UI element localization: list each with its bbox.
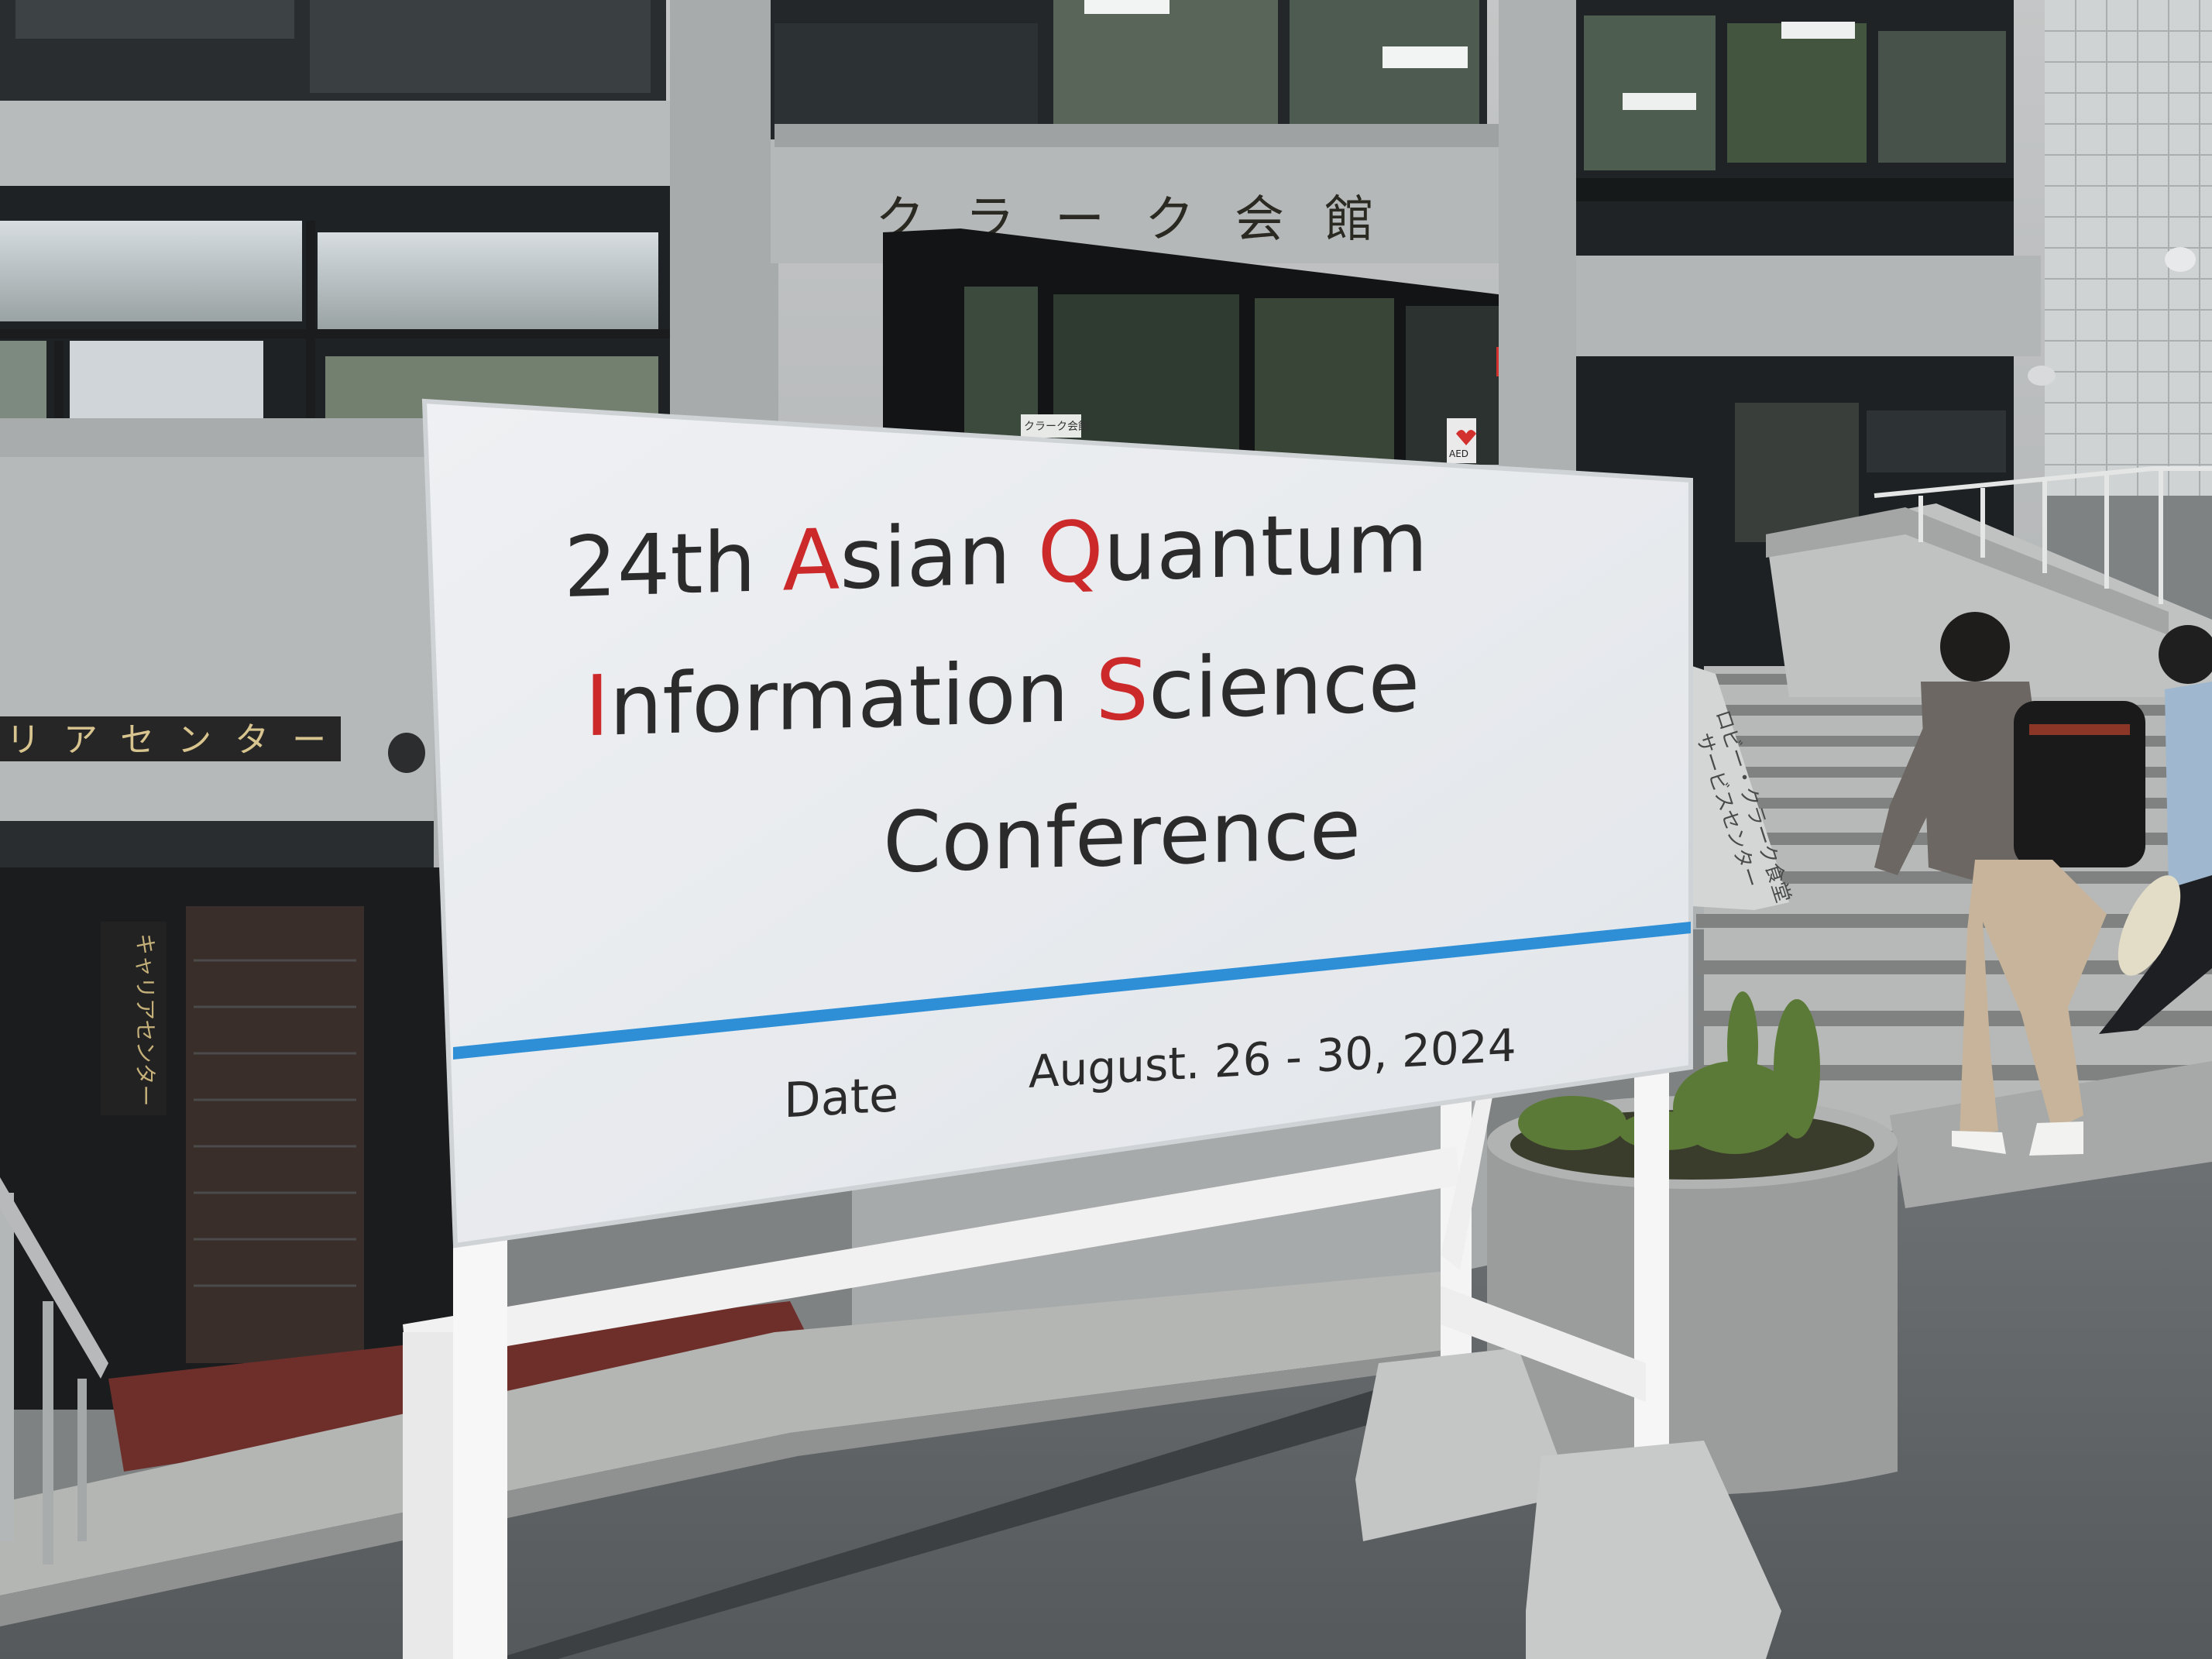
title-word-science-rest: cience	[1149, 634, 1420, 738]
title-initial-i: I	[585, 658, 610, 755]
center-sign: リアセンター	[0, 716, 349, 761]
center-sign-text: リアセンター	[6, 720, 349, 760]
title-word-quantum-rest: uantum	[1104, 494, 1428, 601]
title-initial-s: S	[1095, 642, 1149, 740]
left-vertical-sign-text: キャリアセンター	[132, 933, 158, 1106]
speaker-icon	[2028, 366, 2056, 386]
title-initial-q: Q	[1038, 503, 1104, 603]
date-label: Date	[784, 1066, 898, 1128]
title-word-asian-rest: sian	[840, 506, 1037, 609]
door-plaque-text: クラーク会館	[1024, 420, 1089, 433]
title-word-information-rest: nformation	[610, 644, 1096, 755]
conference-sign: 24th Asian Quantum Information Science C…	[421, 398, 1693, 1249]
photo-scene: クラーク会館 クラーク会館 AED リアセンター キャリアセンター ロビー・クラ…	[0, 0, 2212, 1659]
title-initial-a: A	[783, 511, 840, 610]
aed-label: AED	[1449, 448, 1468, 459]
title-line-1-prefix: 24th	[564, 514, 783, 617]
title-line-3: Conference	[883, 781, 1361, 891]
camera-icon	[2165, 247, 2196, 272]
light-fixture-icon	[388, 733, 425, 773]
